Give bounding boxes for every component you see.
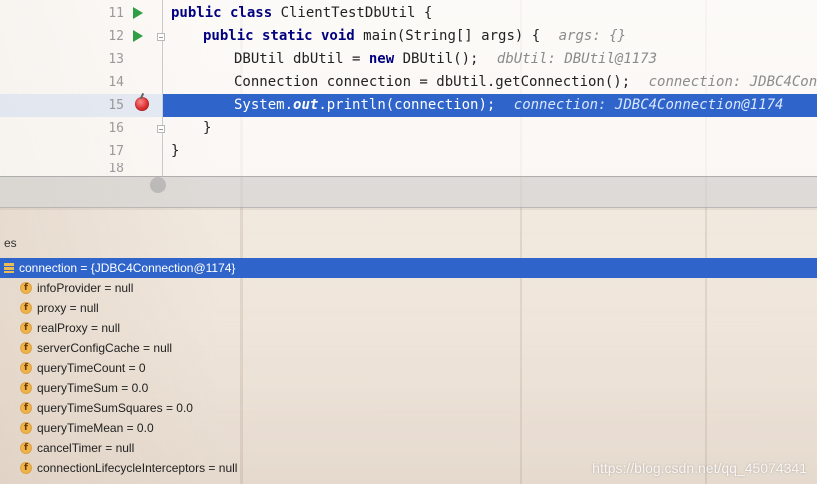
code-line-17[interactable]: 17 } [0, 140, 817, 163]
line-number: 17 [108, 144, 124, 159]
code-right: .println(connection); [318, 97, 496, 113]
variable-text: cancelTimer = null [37, 441, 135, 455]
line-number: 16 [108, 121, 124, 136]
code-text: public class ClientTestDbUtil { [171, 2, 432, 25]
panel-splitter[interactable] [0, 176, 817, 208]
debug-inline-hint: args: {} [558, 28, 627, 44]
variable-row[interactable]: f infoProvider = null [0, 278, 817, 298]
variable-text: queryTimeMean = 0.0 [37, 421, 154, 435]
code-editor[interactable]: 11 public class ClientTestDbUtil { 12 pu… [0, 0, 817, 176]
variable-row[interactable]: f queryTimeMean = 0.0 [0, 418, 817, 438]
splitter-handle[interactable] [150, 177, 166, 193]
debug-inline-hint: connection: JDBC4Connec [648, 74, 817, 90]
code-text: } [171, 140, 179, 163]
variables-tree-root[interactable]: connection = {JDBC4Connection@1174} [0, 258, 817, 278]
field-icon: f [20, 382, 32, 394]
root-variable-label: connection = {JDBC4Connection@1174} [19, 261, 236, 275]
variable-row[interactable]: f realProxy = null [0, 318, 817, 338]
variable-text: queryTimeSumSquares = 0.0 [37, 401, 193, 415]
variable-row[interactable]: f serverConfigCache = null [0, 338, 817, 358]
code-text: Connection connection = dbUtil.getConnec… [234, 71, 817, 94]
code-class-decl: ClientTestDbUtil { [280, 5, 433, 21]
variable-text: queryTimeCount = 0 [37, 361, 146, 375]
keyword-public-class: public class [171, 5, 281, 21]
variables-panel-title: es [4, 236, 17, 250]
line-number: 18 [108, 163, 124, 176]
code-line-15[interactable]: 15 System.out.println(connection); conne… [0, 94, 817, 117]
code-line-16[interactable]: 16 } [0, 117, 817, 140]
breakpoint-icon[interactable] [135, 97, 149, 111]
line-number: 14 [108, 75, 124, 90]
code-brace: } [171, 143, 180, 159]
code-line-18[interactable]: 18 [0, 163, 817, 176]
field-icon: f [20, 422, 32, 434]
code-text: DBUtil dbUtil = new DBUtil(); dbUtil: DB… [234, 48, 657, 71]
fold-icon[interactable] [157, 33, 165, 41]
variable-text: proxy = null [37, 301, 99, 315]
field-icon: f [20, 462, 32, 474]
field-icon: f [20, 402, 32, 414]
code-line-13[interactable]: 13 DBUtil dbUtil = new DBUtil(); dbUtil:… [0, 48, 817, 71]
code-left: System. [234, 97, 294, 113]
code-line-11[interactable]: 11 public class ClientTestDbUtil { [0, 2, 817, 25]
field-icon: f [20, 442, 32, 454]
code-main-signature: main(String[] args) { [363, 28, 541, 44]
code-line-14[interactable]: 14 Connection connection = dbUtil.getCon… [0, 71, 817, 94]
current-execution-line: System.out.println(connection); connecti… [163, 94, 817, 117]
code-text: System.out.println(connection); connecti… [234, 94, 783, 117]
code-left: DBUtil dbUtil = [234, 51, 369, 67]
keyword-public-static-void: public static void [203, 28, 364, 44]
object-icon [4, 263, 14, 273]
variable-row[interactable]: f queryTimeCount = 0 [0, 358, 817, 378]
variable-text: infoProvider = null [37, 281, 134, 295]
wallpaper-beam [0, 208, 817, 210]
watermark-text: https://blog.csdn.net/qq_45074341 [592, 460, 807, 476]
keyword-new: new [368, 51, 395, 67]
line-number: 12 [108, 29, 124, 44]
code-brace: } [203, 120, 212, 136]
debug-inline-hint: dbUtil: DBUtil@1173 [496, 51, 658, 67]
variables-tree[interactable]: connection = {JDBC4Connection@1174} f in… [0, 258, 817, 484]
code-statement: Connection connection = dbUtil.getConnec… [234, 74, 631, 90]
code-out: out [293, 97, 319, 113]
field-icon: f [20, 302, 32, 314]
variable-text: connectionLifecycleInterceptors = null [37, 461, 238, 475]
run-gutter-icon[interactable] [133, 30, 143, 42]
variable-text: serverConfigCache = null [37, 341, 173, 355]
variable-text: queryTimeSum = 0.0 [37, 381, 149, 395]
code-text: } [203, 117, 211, 140]
variable-row[interactable]: f cancelTimer = null [0, 438, 817, 458]
debug-inline-hint: connection: JDBC4Connection@1174 [513, 97, 784, 113]
code-right: DBUtil(); [394, 51, 479, 67]
line-number: 15 [108, 98, 124, 113]
code-text: public static void main(String[] args) {… [203, 25, 626, 48]
line-number: 11 [108, 6, 124, 21]
fold-icon[interactable] [157, 125, 165, 133]
variable-row[interactable]: f queryTimeSum = 0.0 [0, 378, 817, 398]
field-icon: f [20, 322, 32, 334]
variable-row[interactable]: f proxy = null [0, 298, 817, 318]
field-icon: f [20, 342, 32, 354]
field-icon: f [20, 362, 32, 374]
field-icon: f [20, 282, 32, 294]
variable-row[interactable]: f queryTimeSumSquares = 0.0 [0, 398, 817, 418]
run-gutter-icon[interactable] [133, 7, 143, 19]
variable-text: realProxy = null [37, 321, 121, 335]
code-line-12[interactable]: 12 public static void main(String[] args… [0, 25, 817, 48]
line-number: 13 [108, 52, 124, 67]
